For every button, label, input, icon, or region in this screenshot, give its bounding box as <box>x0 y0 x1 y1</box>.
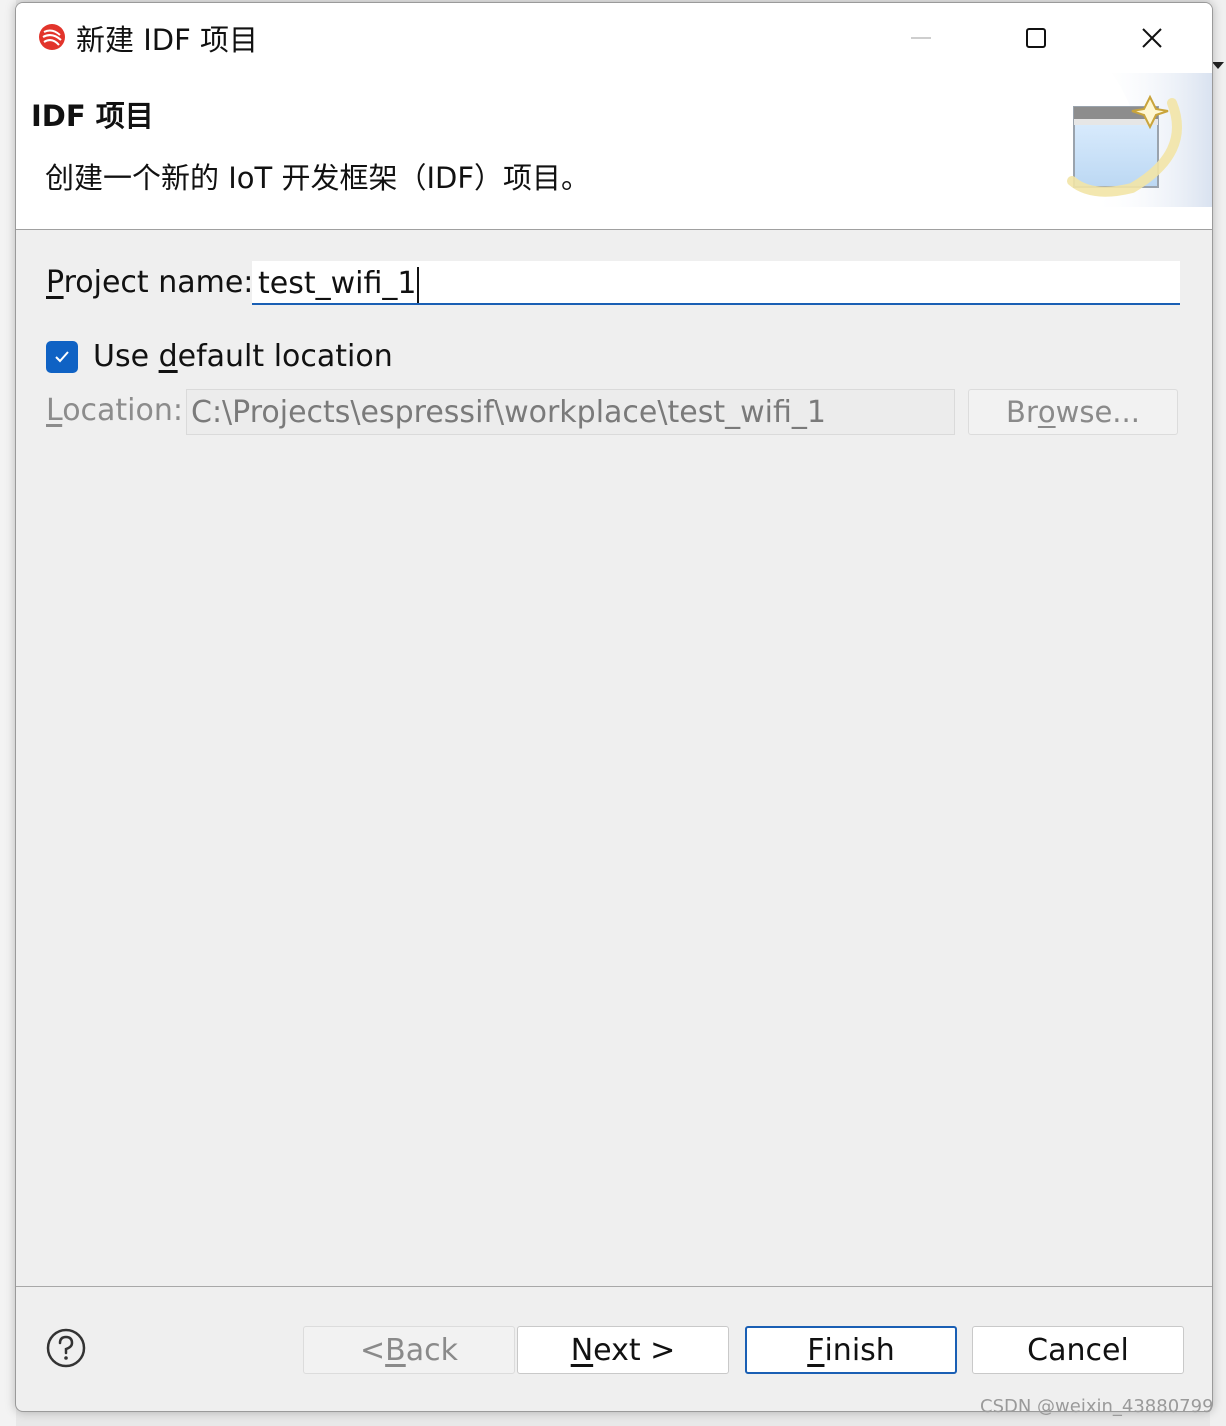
dropdown-arrow-icon <box>1212 62 1224 69</box>
project-name-input[interactable] <box>252 261 1180 305</box>
use-default-location-checkbox[interactable] <box>46 341 78 373</box>
text-caret <box>417 267 419 303</box>
wizard-banner: IDF 项目 创建一个新的 IoT 开发框架（IDF）项目。 <box>16 73 1212 230</box>
background-window-edge <box>0 0 16 1426</box>
maximize-button[interactable] <box>986 3 1086 73</box>
help-icon[interactable] <box>46 1328 86 1368</box>
cancel-button[interactable]: Cancel <box>972 1326 1184 1374</box>
watermark: CSDN @weixin_43880799 <box>980 1396 1214 1417</box>
location-label: Location: <box>46 393 183 428</box>
checkmark-icon <box>55 351 69 363</box>
minimize-icon <box>911 37 931 39</box>
back-button: < Back <box>303 1326 515 1374</box>
title-bar: 新建 IDF 项目 <box>16 3 1212 73</box>
espressif-app-icon <box>39 24 65 50</box>
new-idf-project-dialog: 新建 IDF 项目 IDF 项目 创建一个新的 IoT 开发框架（IDF）项目。 <box>15 2 1213 1412</box>
window-title: 新建 IDF 项目 <box>76 23 259 57</box>
maximize-icon <box>1026 28 1046 48</box>
wizard-page-title: IDF 项目 <box>31 99 154 133</box>
browse-button: Br o wse... <box>968 389 1178 435</box>
close-icon <box>1142 28 1162 48</box>
wizard-page-description: 创建一个新的 IoT 开发框架（IDF）项目。 <box>45 161 591 195</box>
minimize-button[interactable] <box>871 3 971 73</box>
use-default-location-label[interactable]: Use default location <box>93 339 393 374</box>
location-input: C:\Projects\espressif\workplace\test_wif… <box>186 389 955 435</box>
footer-separator <box>16 1286 1212 1287</box>
project-name-label: Project name: <box>46 265 254 300</box>
new-project-wizard-icon <box>1067 73 1212 207</box>
next-button[interactable]: Next > <box>517 1326 729 1374</box>
close-button[interactable] <box>1102 3 1202 73</box>
finish-button[interactable]: Finish <box>745 1326 957 1374</box>
